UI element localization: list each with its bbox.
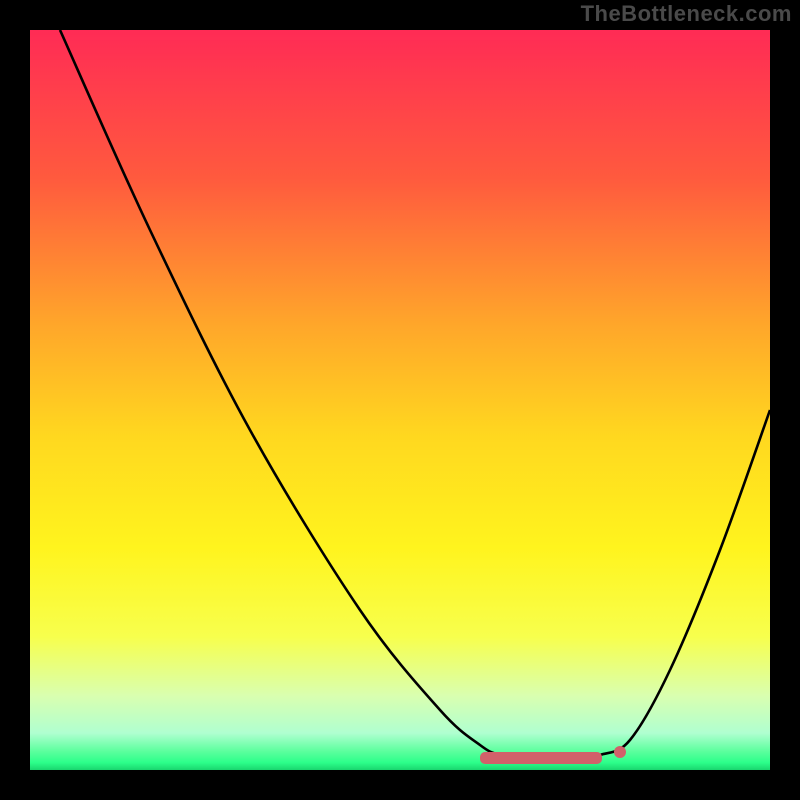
chart-frame: TheBottleneck.com <box>0 0 800 800</box>
bottleneck-curve <box>30 30 770 770</box>
optimal-point-marker <box>614 746 626 758</box>
optimal-range-marker <box>480 752 602 764</box>
watermark-text: TheBottleneck.com <box>581 1 792 27</box>
plot-area <box>30 30 770 770</box>
